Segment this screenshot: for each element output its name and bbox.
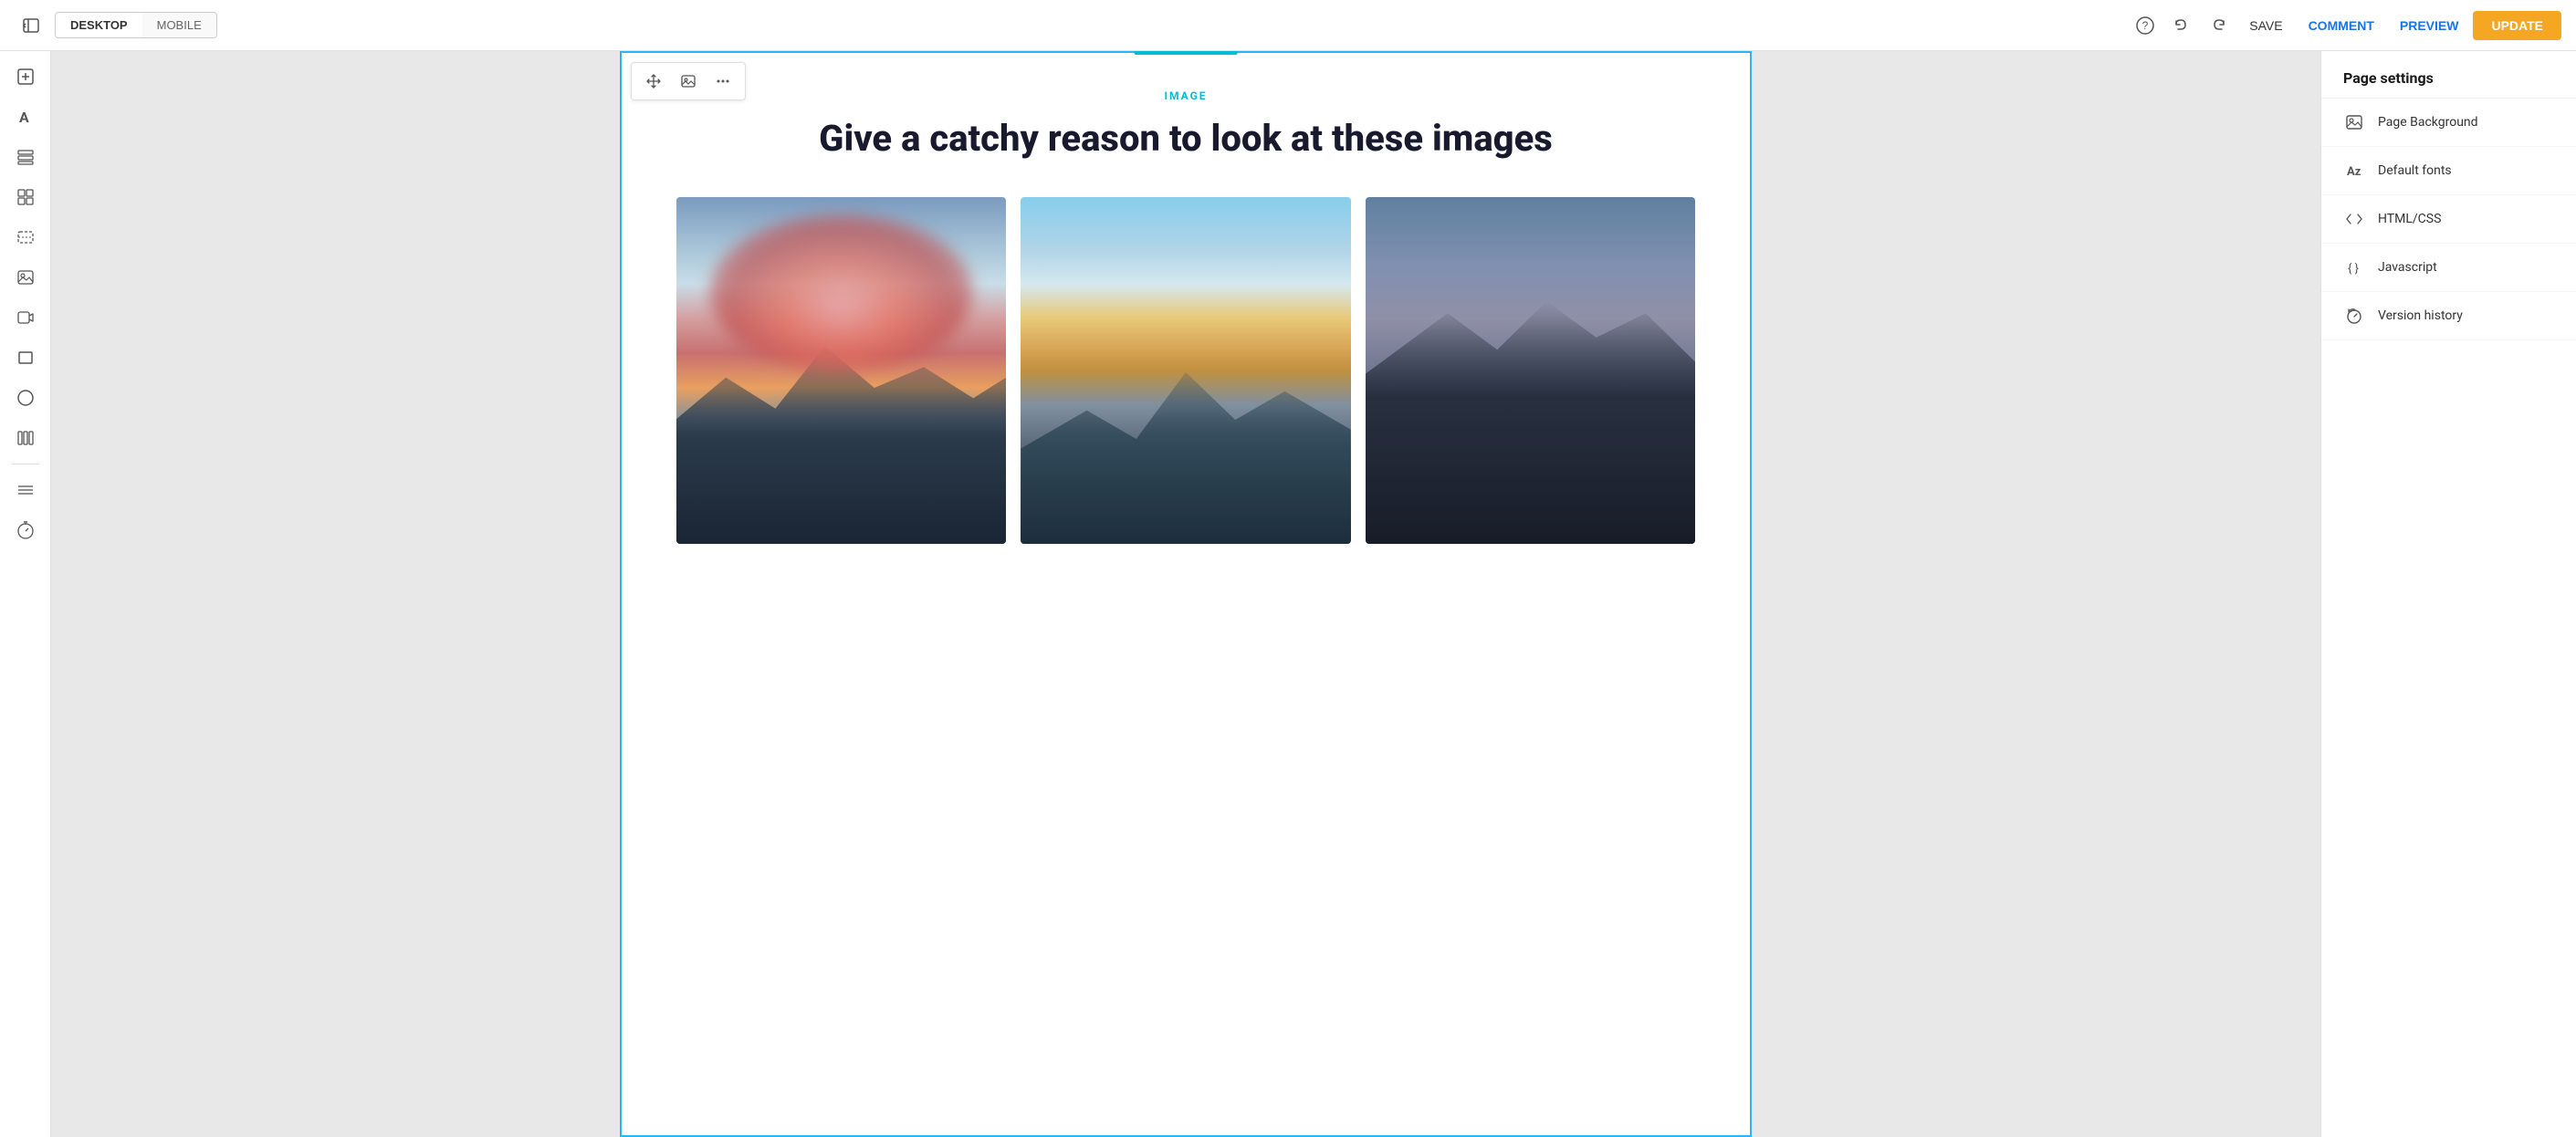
default-fonts-label: Default fonts (2378, 163, 2452, 178)
sidebar-icon-circle[interactable] (7, 380, 44, 416)
settings-item-default-fonts[interactable]: Az Default fonts (2321, 147, 2576, 195)
more-options-button[interactable] (710, 68, 736, 94)
page-settings-title: Page settings (2321, 51, 2576, 99)
sidebar-icon-image[interactable] (7, 259, 44, 296)
topbar-center: ? SAVE COMMENT PREVIEW UPDATE (2129, 9, 2561, 42)
image-section-label: IMAGE (676, 89, 1695, 102)
svg-text:A: A (19, 109, 29, 126)
settings-item-page-background[interactable]: Page Background (2321, 99, 2576, 147)
sidebar-icon-columns[interactable] (7, 420, 44, 456)
svg-text:{ }: { } (2348, 262, 2359, 276)
html-css-label: HTML/CSS (2378, 212, 2441, 226)
mobile-view-button[interactable]: MOBILE (142, 13, 216, 37)
block-toolbar (631, 62, 746, 100)
topbar: DESKTOP MOBILE ? SAVE COMMENT PREVIEW UP… (0, 0, 2576, 51)
mountain-image-3[interactable] (1366, 197, 1695, 544)
image-grid (676, 197, 1695, 544)
settings-item-javascript[interactable]: { } Javascript (2321, 244, 2576, 292)
svg-text:Az: Az (2347, 165, 2361, 179)
comment-button[interactable]: COMMENT (2298, 13, 2385, 38)
insert-block-bar[interactable]: INSERT BLOCK (1135, 51, 1238, 55)
svg-text:?: ? (2142, 19, 2149, 32)
sidebar-icon-layout[interactable] (7, 139, 44, 175)
sidebar-icon-shape-rect[interactable] (7, 339, 44, 376)
redo-button[interactable] (2202, 9, 2235, 42)
undo-button[interactable] (2165, 9, 2198, 42)
edit-image-button[interactable] (675, 68, 701, 94)
back-button[interactable] (15, 9, 47, 42)
right-sidebar: Page settings Page Background Az Default… (2320, 51, 2576, 1137)
view-toggle: DESKTOP MOBILE (55, 12, 217, 38)
page-heading: Give a catchy reason to look at these im… (676, 117, 1695, 161)
sidebar-icon-timer[interactable] (7, 512, 44, 548)
canvas-container: INSERT BLOCK (620, 51, 1752, 1137)
sidebar-icon-text[interactable]: A (7, 99, 44, 135)
page-background-icon (2343, 111, 2365, 133)
topbar-left: DESKTOP MOBILE (15, 9, 217, 42)
version-history-icon (2343, 305, 2365, 327)
desktop-view-button[interactable]: DESKTOP (56, 13, 142, 37)
preview-button[interactable]: PREVIEW (2389, 13, 2470, 38)
mountain-image-1[interactable] (676, 197, 1006, 544)
save-button[interactable]: SAVE (2238, 13, 2293, 38)
settings-item-version-history[interactable]: Version history (2321, 292, 2576, 340)
version-history-label: Version history (2378, 308, 2463, 323)
help-button[interactable]: ? (2129, 9, 2162, 42)
sidebar-icon-divider[interactable] (7, 472, 44, 508)
page-background-label: Page Background (2378, 115, 2478, 130)
sidebar-icon-marquee[interactable] (7, 219, 44, 256)
html-css-icon (2343, 208, 2365, 230)
canvas-area: INSERT BLOCK (51, 51, 2320, 1137)
settings-item-html-css[interactable]: HTML/CSS (2321, 195, 2576, 244)
sidebar-icon-add-section[interactable] (7, 58, 44, 95)
sidebar-icon-video[interactable] (7, 299, 44, 336)
javascript-icon: { } (2343, 256, 2365, 278)
main-area: A (0, 51, 2576, 1137)
move-block-button[interactable] (641, 68, 666, 94)
left-sidebar: A (0, 51, 51, 1137)
mountain-image-2[interactable] (1021, 197, 1350, 544)
javascript-label: Javascript (2378, 260, 2437, 275)
sidebar-icon-grid[interactable] (7, 179, 44, 215)
update-button[interactable]: UPDATE (2473, 11, 2561, 40)
default-fonts-icon: Az (2343, 160, 2365, 182)
page-content: IMAGE Give a catchy reason to look at th… (622, 53, 1750, 580)
